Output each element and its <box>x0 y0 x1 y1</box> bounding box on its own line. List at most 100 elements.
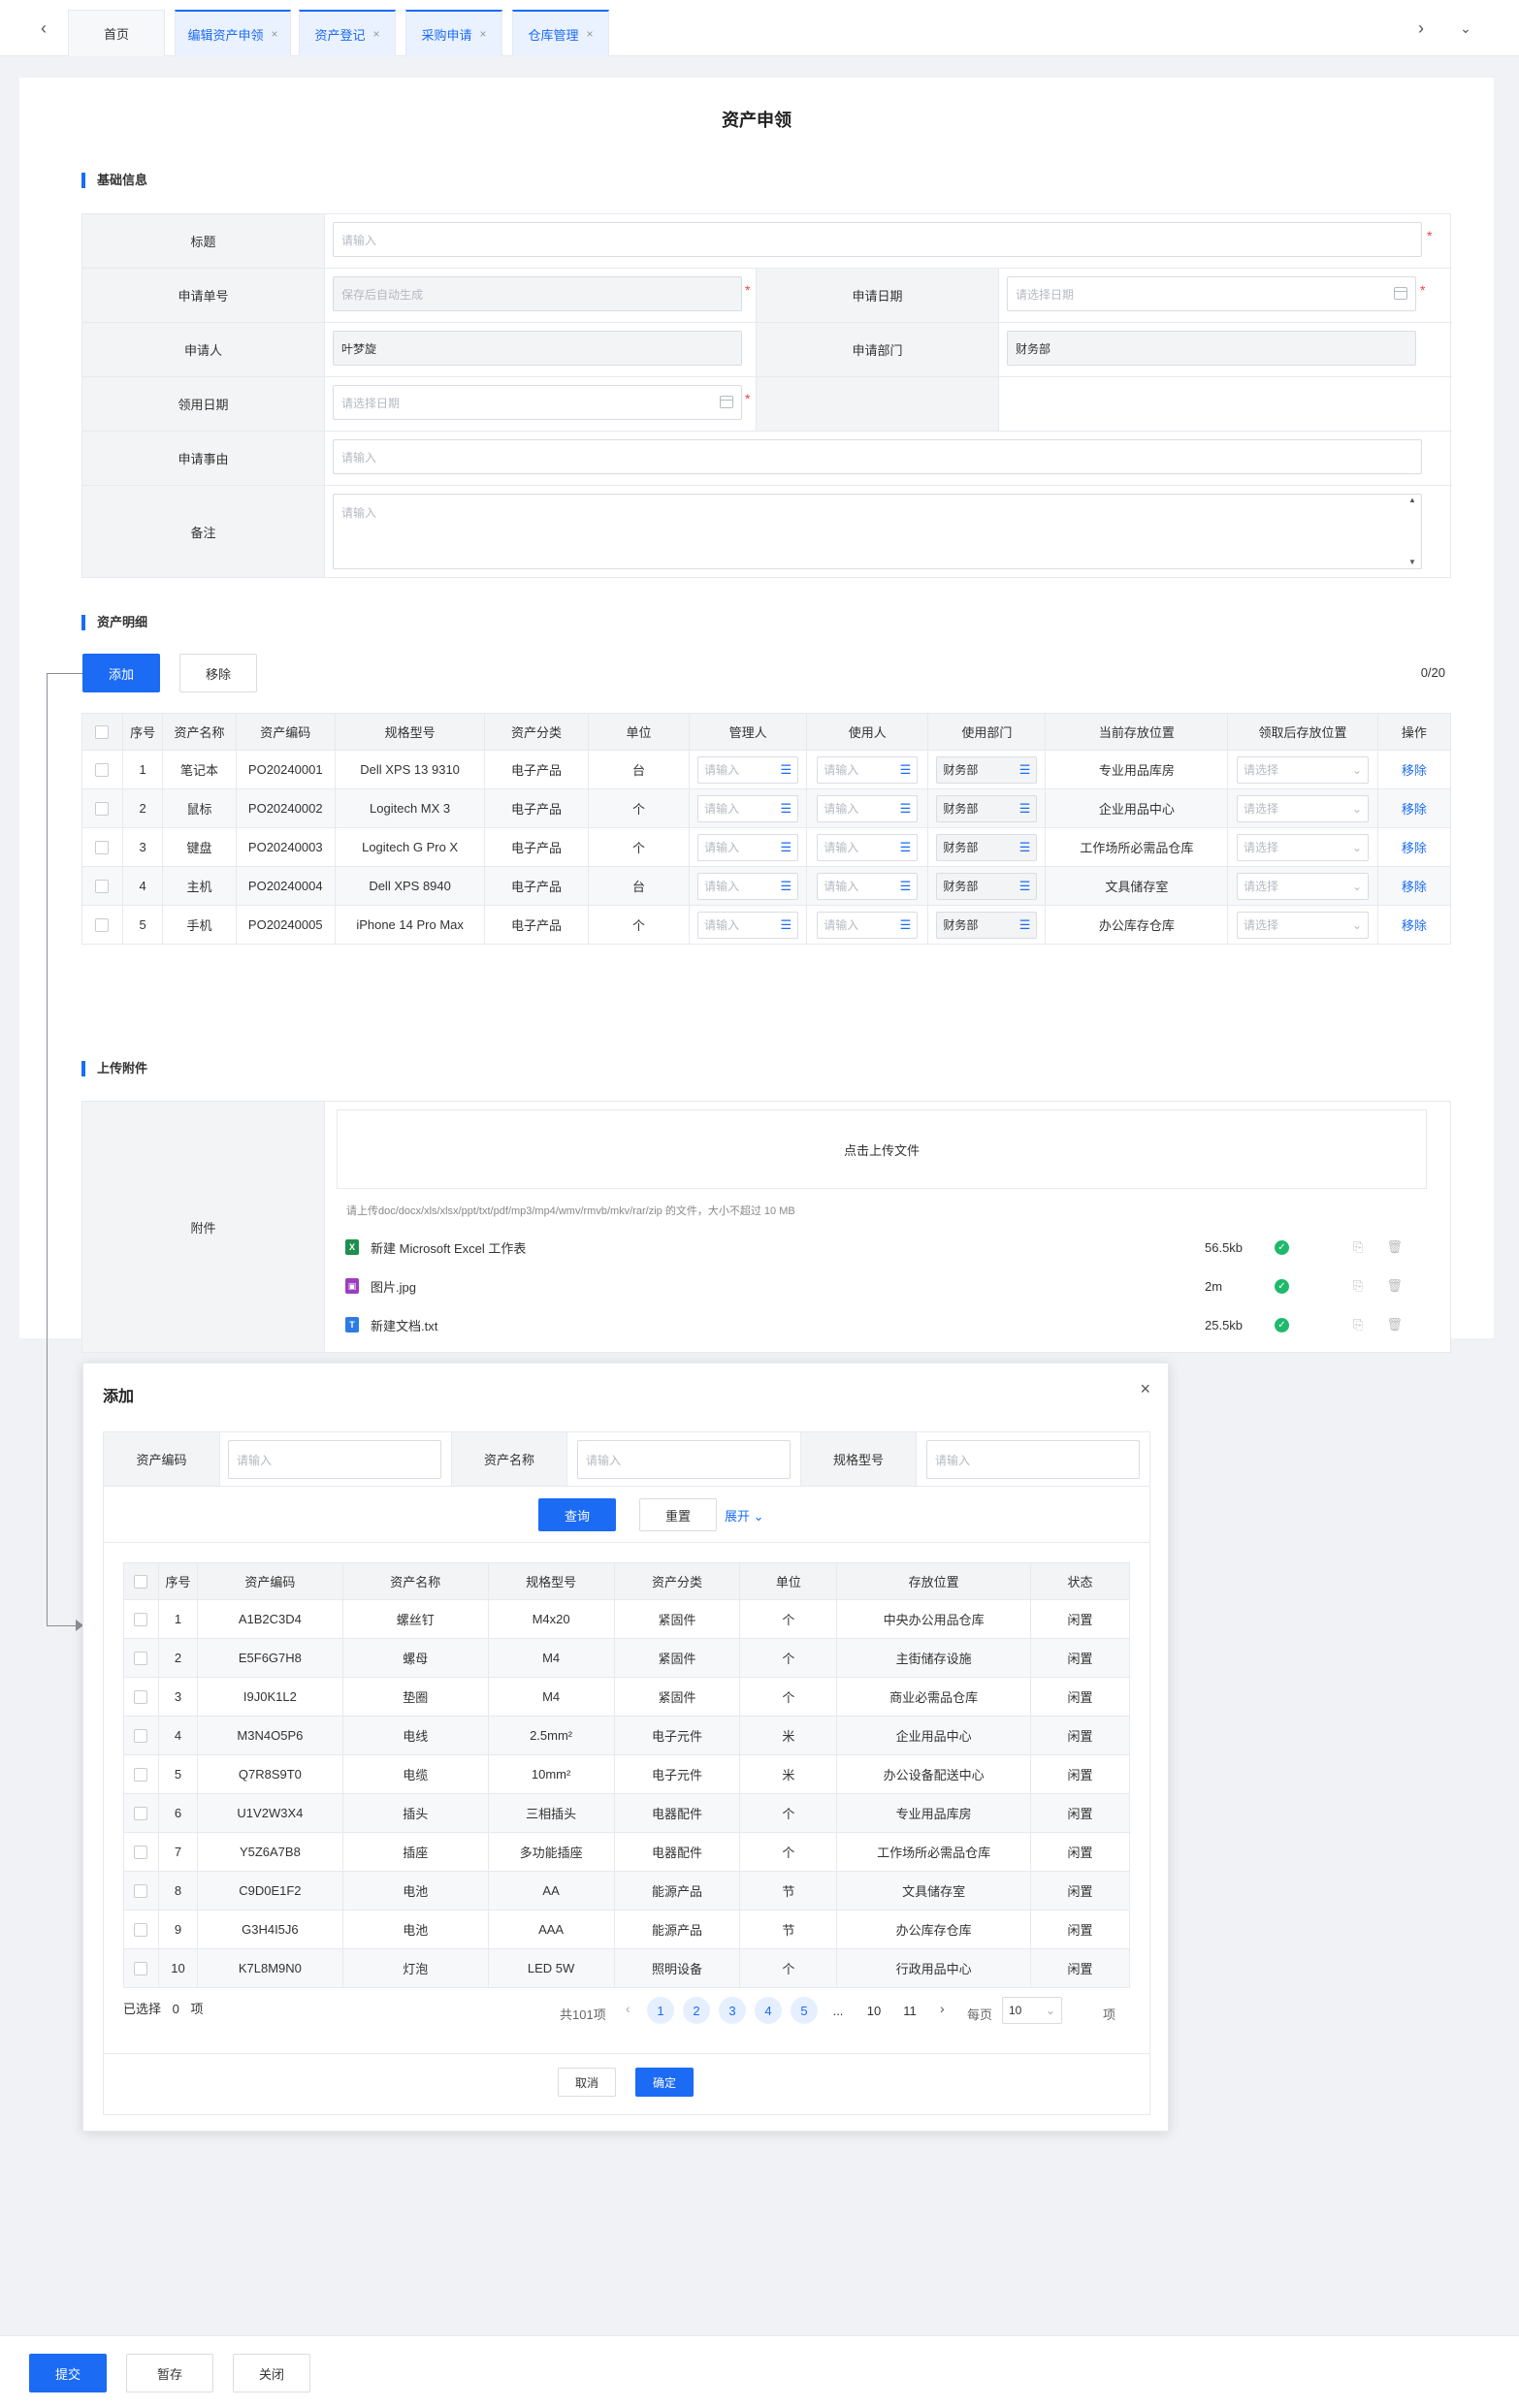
table-row[interactable]: 9 G3H4I5J6 电池 AAA 能源产品节办公库存仓库 闲置 <box>123 1910 1130 1949</box>
scroll-down-icon[interactable]: ▼ <box>1408 558 1416 566</box>
reset-button[interactable]: 重置 <box>639 1498 717 1531</box>
dept-picker[interactable]: 财务部 ☰ <box>936 833 1038 861</box>
tab-asset-register[interactable]: 资产登记 × <box>299 10 396 56</box>
table-row[interactable]: 2 E5F6G7H8 螺母 M4 紧固件个主街储存设施 闲置 <box>123 1638 1130 1678</box>
cancel-button[interactable]: 取消 <box>558 2068 616 2097</box>
chevron-down-icon[interactable]: ⌄ <box>1451 0 1480 56</box>
select-all-header[interactable] <box>81 713 123 751</box>
dept-picker[interactable]: 财务部 ☰ <box>936 755 1038 784</box>
manager-picker[interactable]: 请输入 ☰ <box>697 872 799 900</box>
row-select-cell[interactable] <box>81 827 123 867</box>
page-3[interactable]: 3 <box>719 1997 746 2024</box>
table-row[interactable]: 6 U1V2W3X4 插头 三相插头 电器配件个专业用品库房 闲置 <box>123 1793 1130 1833</box>
row-checkbox[interactable] <box>134 1613 148 1627</box>
row-select-cell[interactable] <box>81 905 123 945</box>
row-checkbox[interactable] <box>134 1768 148 1782</box>
row-select-cell[interactable] <box>123 1754 159 1794</box>
row-remove-link[interactable]: 移除 <box>1402 841 1427 855</box>
table-row[interactable]: 10 K7L8M9N0 灯泡 LED 5W 照明设备个行政用品中心 闲置 <box>123 1948 1130 1988</box>
page-2[interactable]: 2 <box>683 1997 710 2024</box>
row-remove-link[interactable]: 移除 <box>1402 802 1427 817</box>
pager-prev-icon[interactable]: ‹ <box>626 2001 630 2016</box>
submit-button[interactable]: 提交 <box>29 2354 107 2392</box>
row-remove-link[interactable]: 移除 <box>1402 918 1427 933</box>
page-11[interactable]: 11 <box>896 1997 923 2024</box>
target-location-select[interactable]: 请选择 ⌄ <box>1237 872 1370 900</box>
row-checkbox[interactable] <box>134 1962 148 1976</box>
name-search-input[interactable]: 请输入 <box>577 1440 791 1479</box>
reason-input[interactable]: 请输入 <box>333 439 1422 474</box>
row-checkbox[interactable] <box>134 1923 148 1938</box>
row-select-cell[interactable] <box>81 750 123 789</box>
tab-warehouse[interactable]: 仓库管理 × <box>512 10 609 56</box>
row-select-cell[interactable] <box>123 1910 159 1949</box>
select-all-header[interactable] <box>123 1562 159 1600</box>
user-picker[interactable]: 请输入 ☰ <box>817 755 919 784</box>
model-search-input[interactable]: 请输入 <box>926 1440 1140 1479</box>
table-row[interactable]: 5 Q7R8S9T0 电缆 10mm² 电子元件米办公设备配送中心 闲置 <box>123 1754 1130 1794</box>
row-select-cell[interactable] <box>123 1871 159 1910</box>
tab-edit-asset-claim[interactable]: 编辑资产申领 × <box>175 10 291 56</box>
use-date-picker[interactable]: 请选择日期 <box>333 385 742 420</box>
trash-icon[interactable]: 🗑 <box>1386 1239 1403 1255</box>
apply-date-picker[interactable]: 请选择日期 <box>1007 276 1416 311</box>
close-icon[interactable]: × <box>373 27 380 41</box>
row-checkbox[interactable] <box>95 918 110 933</box>
manager-picker[interactable]: 请输入 ☰ <box>697 911 799 939</box>
manager-picker[interactable]: 请输入 ☰ <box>697 833 799 861</box>
table-row[interactable]: 8 C9D0E1F2 电池 AA 能源产品节文具储存室 闲置 <box>123 1871 1130 1910</box>
user-picker[interactable]: 请输入 ☰ <box>817 911 919 939</box>
row-select-cell[interactable] <box>123 1832 159 1872</box>
pager-next-icon[interactable]: › <box>940 2001 945 2016</box>
page-5[interactable]: 5 <box>791 1997 818 2024</box>
page-ellipsis[interactable]: ... <box>824 1997 852 2024</box>
close-icon[interactable]: × <box>272 27 278 41</box>
row-remove-link[interactable]: 移除 <box>1402 763 1427 778</box>
row-select-cell[interactable] <box>123 1638 159 1678</box>
confirm-button[interactable]: 确定 <box>635 2068 694 2097</box>
target-location-select[interactable]: 请选择 ⌄ <box>1237 755 1370 784</box>
save-draft-button[interactable]: 暂存 <box>126 2354 213 2392</box>
row-checkbox[interactable] <box>95 763 110 778</box>
dept-picker[interactable]: 财务部 ☰ <box>936 911 1038 939</box>
close-icon[interactable]: × <box>1140 1379 1150 1399</box>
row-checkbox[interactable] <box>95 841 110 855</box>
dept-picker[interactable]: 财务部 ☰ <box>936 872 1038 900</box>
page-4[interactable]: 4 <box>755 1997 782 2024</box>
row-select-cell[interactable] <box>123 1599 159 1639</box>
select-all-checkbox[interactable] <box>134 1575 148 1589</box>
user-picker[interactable]: 请输入 ☰ <box>817 794 919 822</box>
row-checkbox[interactable] <box>134 1729 148 1744</box>
tab-purchase-request[interactable]: 采购申请 × <box>405 10 502 56</box>
row-select-cell[interactable] <box>123 1677 159 1717</box>
target-location-select[interactable]: 请选择 ⌄ <box>1237 833 1370 861</box>
user-picker[interactable]: 请输入 ☰ <box>817 833 919 861</box>
select-all-checkbox[interactable] <box>95 725 110 740</box>
upload-dropzone[interactable]: 点击上传文件 <box>337 1109 1427 1189</box>
preview-icon[interactable]: ⎘ <box>1353 1278 1363 1294</box>
close-button[interactable]: 关闭 <box>233 2354 310 2392</box>
trash-icon[interactable]: 🗑 <box>1386 1278 1403 1294</box>
preview-icon[interactable]: ⎘ <box>1353 1239 1363 1255</box>
chevron-left-icon[interactable]: ‹ <box>29 0 58 56</box>
table-row[interactable]: 7 Y5Z6A7B8 插座 多功能插座 电器配件个工作场所必需品仓库 闲置 <box>123 1832 1130 1872</box>
manager-picker[interactable]: 请输入 ☰ <box>697 794 799 822</box>
remark-textarea[interactable]: 请输入 <box>333 494 1422 569</box>
row-select-cell[interactable] <box>123 1948 159 1988</box>
add-button[interactable]: 添加 <box>82 654 160 692</box>
row-checkbox[interactable] <box>134 1807 148 1821</box>
page-1[interactable]: 1 <box>647 1997 674 2024</box>
row-checkbox[interactable] <box>95 802 110 817</box>
close-icon[interactable]: × <box>480 27 487 41</box>
row-select-cell[interactable] <box>123 1716 159 1755</box>
expand-toggle[interactable]: 展开 ⌄ <box>725 1506 764 1525</box>
user-picker[interactable]: 请输入 ☰ <box>817 872 919 900</box>
row-checkbox[interactable] <box>95 880 110 894</box>
remove-button[interactable]: 移除 <box>179 654 257 692</box>
table-row[interactable]: 3 I9J0K1L2 垫圈 M4 紧固件个商业必需品仓库 闲置 <box>123 1677 1130 1717</box>
row-checkbox[interactable] <box>134 1652 148 1666</box>
query-button[interactable]: 查询 <box>538 1498 616 1531</box>
row-checkbox[interactable] <box>134 1690 148 1705</box>
tab-home[interactable]: 首页 <box>68 10 165 56</box>
table-row[interactable]: 4 M3N4O5P6 电线 2.5mm² 电子元件米企业用品中心 闲置 <box>123 1716 1130 1755</box>
